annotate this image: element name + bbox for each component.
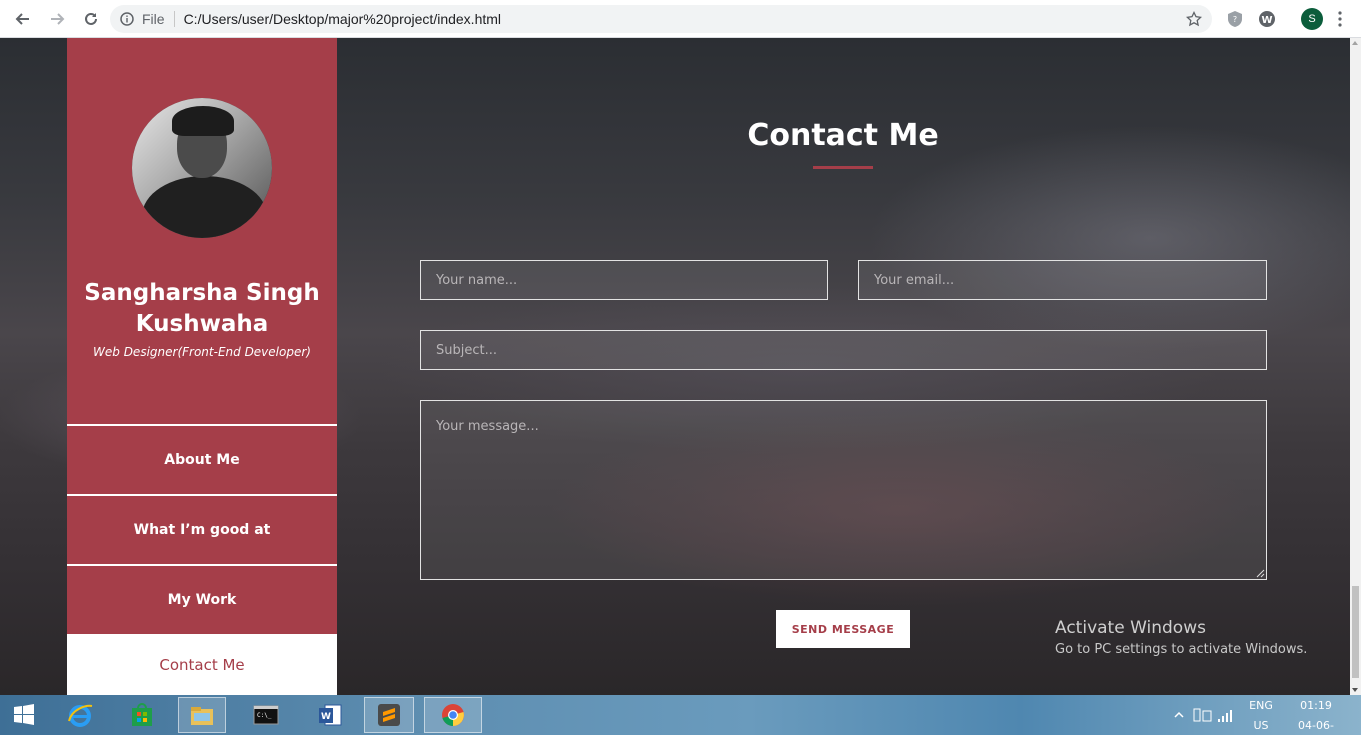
sidebar-nav: About Me What I’m good at My Work Contac…: [67, 424, 337, 695]
clock-date: 04-06-2020: [1298, 719, 1334, 732]
address-bar[interactable]: File C:/Users/user/Desktop/major%20proje…: [110, 5, 1212, 33]
svg-text:?: ?: [1233, 15, 1237, 24]
message-textarea[interactable]: [420, 400, 1267, 580]
resize-grip-icon[interactable]: [1256, 569, 1265, 578]
profile-photo: [132, 98, 272, 238]
file-explorer-icon: [191, 707, 213, 725]
section-title: Contact Me: [747, 118, 939, 153]
sidebar-item-skills[interactable]: What I’m good at: [67, 494, 337, 564]
email-input[interactable]: [858, 260, 1267, 300]
language-code: ENG: [1249, 699, 1273, 712]
internet-explorer-icon: [68, 704, 93, 727]
shield-extension-icon[interactable]: ?: [1226, 10, 1244, 28]
activate-title: Activate Windows: [1055, 618, 1206, 638]
arrow-right-icon: [51, 12, 65, 25]
taskbar-word[interactable]: W: [308, 697, 352, 733]
title-underline: [813, 166, 873, 169]
taskbar-sublime-text[interactable]: [364, 697, 414, 733]
start-button[interactable]: [2, 697, 46, 733]
taskbar-internet-explorer[interactable]: [58, 697, 102, 733]
command-prompt-icon: C:\_: [253, 705, 279, 725]
send-message-button[interactable]: SEND MESSAGE: [776, 610, 910, 648]
profile-name: Sangharsha Singh Kushwaha: [84, 280, 320, 337]
sublime-text-icon: [378, 704, 400, 726]
info-icon[interactable]: [120, 12, 134, 26]
activate-windows-watermark: Activate Windows Go to PC settings to ac…: [1055, 618, 1307, 657]
scroll-up-icon[interactable]: [1352, 41, 1358, 45]
omnibox-divider: [173, 11, 175, 27]
chrome-icon: [442, 704, 464, 726]
input-language[interactable]: ENG US: [1246, 695, 1276, 735]
w-extension-icon[interactable]: W: [1258, 10, 1276, 28]
browser-toolbar: File C:/Users/user/Desktop/major%20proje…: [0, 0, 1361, 38]
sidebar-item-about-me[interactable]: About Me: [67, 424, 337, 494]
clock-time: 01:19: [1300, 699, 1332, 712]
forward-button[interactable]: [42, 4, 72, 34]
system-tray-icons[interactable]: [1170, 705, 1240, 725]
reload-button[interactable]: [76, 4, 106, 34]
svg-text:W: W: [321, 712, 331, 722]
back-button[interactable]: [8, 4, 38, 34]
taskbar-store[interactable]: [120, 697, 164, 733]
file-scheme-label: File: [142, 11, 165, 27]
region-code: US: [1253, 719, 1269, 732]
sidebar: Sangharsha Singh Kushwaha Web Designer(F…: [67, 38, 337, 695]
taskbar-command-prompt[interactable]: C:\_: [244, 697, 288, 733]
word-icon: W: [319, 704, 342, 726]
svg-text:W: W: [1261, 15, 1272, 26]
profile-role: Web Designer(Front-End Developer): [93, 345, 311, 359]
scroll-down-icon[interactable]: [1352, 688, 1358, 692]
more-menu-icon[interactable]: [1338, 10, 1342, 28]
store-icon: [132, 703, 152, 726]
windows-start-icon: [14, 704, 34, 725]
activate-subtitle: Go to PC settings to activate Windows.: [1055, 642, 1308, 657]
url-text[interactable]: C:/Users/user/Desktop/major%20project/in…: [184, 11, 501, 27]
page-viewport: Sangharsha Singh Kushwaha Web Designer(F…: [0, 38, 1350, 695]
page-scrollbar[interactable]: [1350, 38, 1361, 695]
bookmark-star-icon[interactable]: [1186, 11, 1202, 27]
windows-taskbar: C:\_ W ENG US 01:19 04-06-2020: [0, 695, 1361, 735]
scrollbar-thumb[interactable]: [1352, 586, 1359, 678]
sidebar-item-contact-me[interactable]: Contact Me: [67, 634, 337, 695]
sidebar-item-my-work[interactable]: My Work: [67, 564, 337, 634]
reload-icon: [85, 12, 97, 25]
taskbar-clock[interactable]: 01:19 04-06-2020: [1286, 695, 1346, 735]
taskbar-file-explorer[interactable]: [178, 697, 226, 733]
subject-input[interactable]: [420, 330, 1267, 370]
taskbar-chrome[interactable]: [424, 697, 482, 733]
svg-text:C:\_: C:\_: [257, 712, 272, 719]
name-input[interactable]: [420, 260, 828, 300]
arrow-left-icon: [15, 12, 29, 25]
profile-avatar[interactable]: S: [1301, 8, 1323, 30]
